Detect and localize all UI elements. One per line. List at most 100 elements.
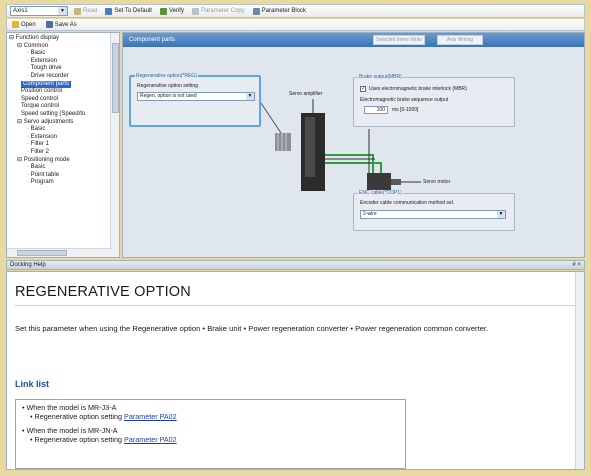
verify-icon xyxy=(159,7,167,15)
regenerative-option-label: Regenerative option setting xyxy=(137,83,198,89)
verify-label: Verify xyxy=(168,8,184,14)
folder-icon xyxy=(12,21,19,28)
tree-item[interactable]: · Basic xyxy=(9,126,109,134)
parameter-link[interactable]: Parameter PA02 xyxy=(124,412,177,421)
tree-item-label: Position control xyxy=(21,88,63,95)
tree-item-label: Point table xyxy=(30,171,60,178)
read-icon xyxy=(74,7,81,15)
divider xyxy=(15,305,575,306)
link-list-detail: • Regenerative option setting Parameter … xyxy=(30,412,177,422)
brake-interlock-label: Uses electromagnetic brake interlock (MB… xyxy=(369,86,467,92)
tree-item-label: Basic xyxy=(30,126,46,133)
function-tree: ⊟ Function display ⊟ Common · Basic · Exten… xyxy=(7,33,119,187)
regenerative-option-group: Regenerative option(*REG) Regenerative o… xyxy=(129,73,261,127)
open-label: Open xyxy=(21,21,36,28)
save-icon xyxy=(45,21,53,28)
tree-item[interactable]: · Basic xyxy=(9,50,109,58)
axis-select-value: Axis1 xyxy=(13,8,28,14)
tree-item[interactable]: · Basic xyxy=(9,164,109,172)
help-description: Set this parameter when using the Regene… xyxy=(15,324,489,333)
tree-item-label: Servo adjustments xyxy=(23,118,74,125)
encoder-cable-group-title: ENC cable(*COP1) xyxy=(358,190,403,196)
scroll-thumb[interactable] xyxy=(112,43,119,113)
collapse-icon[interactable]: ⊟ xyxy=(17,119,24,125)
tree-item[interactable]: ⊟ Function display xyxy=(9,35,109,43)
brake-sequence-label: Electromagnetic brake sequence output xyxy=(360,97,449,103)
tree-item-label: Positioning mode xyxy=(23,156,70,163)
regenerative-option-value: Regen. option is not used xyxy=(140,93,197,99)
brake-sequence-value: 100 xyxy=(376,107,385,113)
pointer-line xyxy=(260,102,282,134)
servo-amplifier-panel xyxy=(305,117,315,177)
tree-item[interactable]: ⊟ Servo adjustments xyxy=(9,119,109,127)
chevron-down-icon[interactable]: ▼ xyxy=(58,7,67,15)
tree-item-label: Component parts xyxy=(21,80,72,89)
tree-item[interactable]: Torque control xyxy=(9,103,109,111)
setting-label: Regenerative option setting xyxy=(34,412,123,422)
tree-horizontal-scrollbar[interactable] xyxy=(7,248,112,257)
read-button[interactable]: Read xyxy=(72,6,99,16)
tree-item[interactable]: ⊟ Positioning mode xyxy=(9,157,109,165)
link-list-item: • When the model is MR-JN-A xyxy=(22,425,118,435)
model-label: When the model is MR-J3-A xyxy=(26,403,117,412)
save-as-button[interactable]: Save As xyxy=(44,20,79,30)
tree-item[interactable]: Speed control xyxy=(9,96,109,104)
brake-interlock-checkbox[interactable]: ✓ xyxy=(360,86,366,92)
tree-item[interactable]: ⊟ Common xyxy=(9,43,109,51)
parameter-link[interactable]: Parameter PA02 xyxy=(124,435,177,444)
brake-output-group-title: Brake output(MBR) xyxy=(358,74,403,80)
tree-item[interactable]: · Program xyxy=(9,179,109,187)
tree-item-label: Common xyxy=(23,42,49,49)
copy-icon xyxy=(191,7,199,15)
tree-item[interactable]: Speed setting (Speed/to xyxy=(9,111,109,119)
tree-item[interactable]: Component parts xyxy=(9,80,109,89)
link-list-item: • When the model is MR-J3-A xyxy=(22,403,117,412)
file-toolbar: Open Save As xyxy=(6,19,585,31)
open-button[interactable]: Open xyxy=(10,20,38,30)
tree-item-label: Torque control xyxy=(21,103,60,110)
close-icon[interactable]: # × xyxy=(572,262,581,268)
chevron-down-icon[interactable]: ▼ xyxy=(497,211,505,218)
servo-motor-body xyxy=(367,173,391,191)
tree-item[interactable]: · Extension xyxy=(9,134,109,142)
component-parts-panel: Component parts Selected Items Write Axi… xyxy=(122,32,585,258)
parameter-block-button[interactable]: Parameter Block xyxy=(251,6,308,16)
servo-motor-shaft xyxy=(391,179,401,185)
tree-item[interactable]: Position control xyxy=(9,88,109,96)
collapse-icon[interactable]: ⊟ xyxy=(17,157,24,163)
chevron-down-icon[interactable]: ▼ xyxy=(246,93,254,100)
parameter-copy-button[interactable]: Parameter Copy xyxy=(190,6,247,16)
function-tree-panel: ⊟ Function display ⊟ Common · Basic · Exten… xyxy=(6,32,120,258)
collapse-icon[interactable]: ⊟ xyxy=(9,35,16,41)
tree-item-label: Filter 2 xyxy=(30,148,50,155)
encoder-cable-value: 2-wire xyxy=(363,211,377,217)
encoder-cable-select[interactable]: 2-wire ▼ xyxy=(360,210,506,219)
tree-item[interactable]: · Drive recorder xyxy=(9,73,109,81)
verify-button[interactable]: Verify xyxy=(158,6,186,16)
encoder-cable-group: ENC cable(*COP1) Encoder cable communica… xyxy=(353,190,515,231)
set-to-default-button[interactable]: Set To Default xyxy=(103,6,154,16)
tree-item-label: Extension xyxy=(30,133,58,140)
tree-item-label: Tough drive xyxy=(30,65,62,72)
brake-sequence-input[interactable]: 100 xyxy=(364,106,388,114)
setting-label: Regenerative option setting xyxy=(34,435,123,445)
main-toolbar: Axis1 ▼ Read Set To Default Verify Param… xyxy=(6,4,585,18)
default-icon xyxy=(105,7,113,15)
regenerative-option-select[interactable]: Regen. option is not used ▼ xyxy=(137,92,255,101)
tree-item[interactable]: · Point table xyxy=(9,172,109,180)
tree-vertical-scrollbar[interactable] xyxy=(110,33,119,257)
docking-help-title: Docking Help xyxy=(10,262,46,268)
help-vertical-scrollbar[interactable] xyxy=(575,272,584,469)
tree-item[interactable]: · Filter 1 xyxy=(9,141,109,149)
collapse-icon[interactable]: ⊟ xyxy=(17,43,24,49)
encoder-cable-label: Encoder cable communication method sel. xyxy=(360,200,455,206)
axis-select[interactable]: Axis1 ▼ xyxy=(10,6,68,16)
tree-item[interactable]: · Filter 2 xyxy=(9,149,109,157)
link-list-detail: • Regenerative option setting Parameter … xyxy=(30,435,177,445)
tree-item[interactable]: · Extension xyxy=(9,58,109,66)
help-heading: REGENERATIVE OPTION xyxy=(15,284,191,300)
servo-amplifier-label: Servo amplifier xyxy=(289,91,323,97)
scroll-thumb[interactable] xyxy=(17,250,67,256)
tree-item[interactable]: · Tough drive xyxy=(9,65,109,73)
tree-item-label: Function display xyxy=(15,35,60,41)
